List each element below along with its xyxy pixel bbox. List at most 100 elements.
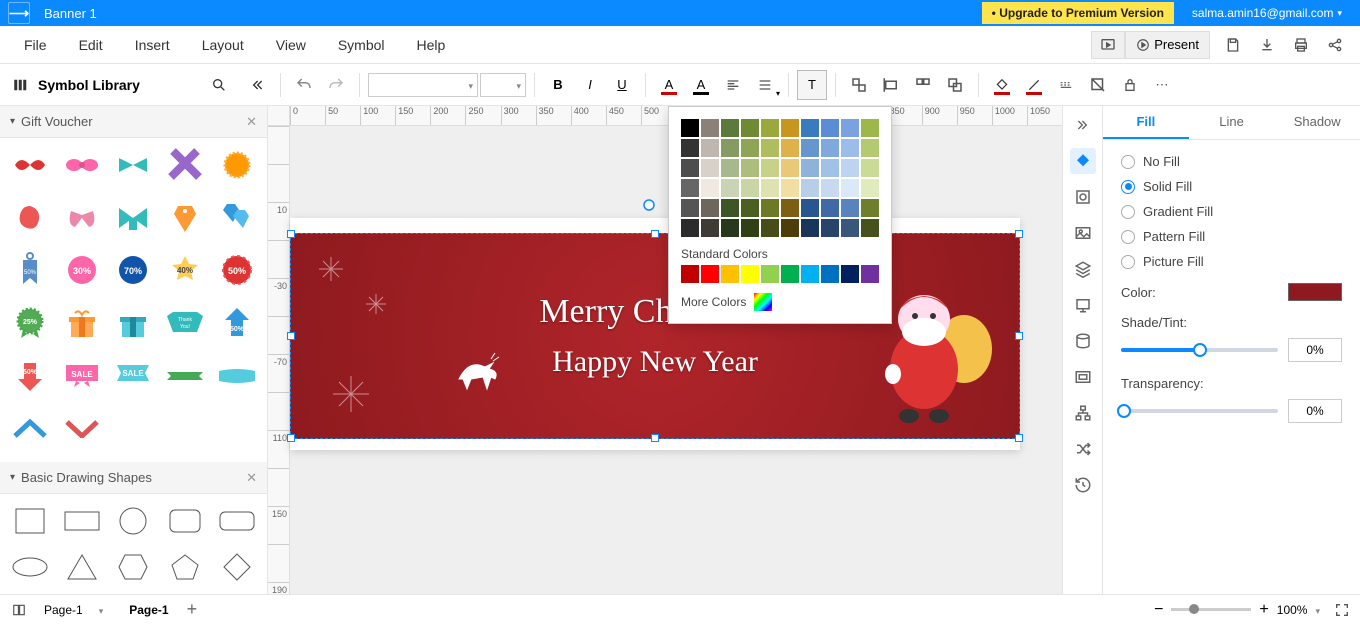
highlight-button[interactable]: A — [686, 70, 716, 100]
shape-corner-right[interactable] — [58, 407, 106, 449]
shape-seal-green[interactable]: 25% — [6, 302, 54, 344]
shape-diamond[interactable] — [213, 546, 261, 588]
shape-hexagon[interactable] — [110, 546, 158, 588]
shape-seal-orange[interactable] — [213, 144, 261, 186]
color-swatch[interactable] — [801, 199, 819, 217]
shape-arrow-down-50[interactable]: 50% — [6, 355, 54, 397]
color-swatch[interactable] — [821, 159, 839, 177]
pages-icon[interactable] — [10, 603, 28, 617]
fill-color-button[interactable] — [987, 70, 1017, 100]
color-swatch[interactable] — [681, 139, 699, 157]
color-swatch[interactable] — [841, 159, 859, 177]
shape-bow-pink[interactable] — [58, 144, 106, 186]
color-swatch[interactable] — [681, 159, 699, 177]
shape-ribbon-green[interactable] — [161, 355, 209, 397]
text-tool-button[interactable]: T — [797, 70, 827, 100]
color-swatch[interactable] — [721, 219, 739, 237]
underline-button[interactable]: U — [607, 70, 637, 100]
font-color-button[interactable]: A — [654, 70, 684, 100]
color-swatch[interactable] — [701, 199, 719, 217]
page-tab[interactable]: Page-1 — [119, 603, 178, 617]
color-swatch[interactable] — [701, 179, 719, 197]
download-button[interactable] — [1250, 31, 1284, 59]
close-icon[interactable]: ✕ — [246, 114, 257, 130]
frame-panel-icon[interactable] — [1070, 364, 1096, 390]
color-swatch[interactable] — [821, 139, 839, 157]
color-swatch[interactable] — [721, 199, 739, 217]
menu-view[interactable]: View — [260, 26, 322, 63]
color-swatch[interactable] — [761, 199, 779, 217]
color-swatch[interactable] — [681, 119, 699, 137]
shadow-toggle-button[interactable] — [1083, 70, 1113, 100]
slides-panel-icon[interactable] — [1070, 292, 1096, 318]
shape-arrow-50[interactable]: 50% — [213, 302, 261, 344]
shape-gift-orange[interactable] — [58, 302, 106, 344]
data-panel-icon[interactable] — [1070, 328, 1096, 354]
fill-color-swatch[interactable] — [1288, 283, 1342, 301]
color-swatch[interactable] — [721, 179, 739, 197]
share-button[interactable] — [1318, 31, 1352, 59]
align-vert-button[interactable]: ▾ — [750, 70, 780, 100]
menu-layout[interactable]: Layout — [186, 26, 260, 63]
color-swatch[interactable] — [761, 219, 779, 237]
zoom-slider[interactable] — [1171, 608, 1251, 611]
shape-banner-thankyou[interactable]: ThankYou! — [161, 302, 209, 344]
tab-shadow[interactable]: Shadow — [1274, 106, 1360, 139]
color-swatch[interactable] — [821, 119, 839, 137]
bold-button[interactable]: B — [543, 70, 573, 100]
shade-slider[interactable] — [1121, 348, 1278, 352]
color-swatch[interactable] — [781, 139, 799, 157]
color-swatch[interactable] — [701, 139, 719, 157]
banner-shape[interactable]: Merry Christmas Happy New Year — [290, 233, 1020, 439]
zoom-in-button[interactable]: + — [1259, 601, 1268, 619]
color-swatch[interactable] — [861, 179, 879, 197]
shape-tag-blue[interactable]: 50% — [6, 249, 54, 291]
color-swatch[interactable] — [801, 179, 819, 197]
transparency-slider[interactable] — [1121, 409, 1278, 413]
more-button[interactable]: ⋯ — [1147, 70, 1177, 100]
shape-roundrect[interactable] — [161, 500, 209, 542]
color-swatch[interactable] — [781, 265, 799, 283]
accordion-gift-voucher[interactable]: ▾ Gift Voucher ✕ — [0, 106, 267, 138]
color-swatch[interactable] — [701, 119, 719, 137]
shuffle-panel-icon[interactable] — [1070, 436, 1096, 462]
search-icon[interactable] — [204, 70, 234, 100]
shade-value[interactable]: 0% — [1288, 338, 1342, 362]
font-family-select[interactable] — [368, 73, 478, 97]
shape-bow-pink2[interactable] — [58, 197, 106, 239]
color-swatch[interactable] — [741, 179, 759, 197]
shape-ellipse[interactable] — [6, 546, 54, 588]
color-swatch[interactable] — [681, 219, 699, 237]
color-swatch[interactable] — [801, 159, 819, 177]
shape-badge-30[interactable]: 30% — [58, 249, 106, 291]
shape-gift-blue[interactable] — [110, 302, 158, 344]
color-swatch[interactable] — [721, 139, 739, 157]
menu-insert[interactable]: Insert — [119, 26, 186, 63]
color-swatch[interactable] — [761, 139, 779, 157]
menu-help[interactable]: Help — [401, 26, 462, 63]
shape-corner-left[interactable] — [6, 407, 54, 449]
color-swatch[interactable] — [841, 199, 859, 217]
group-button[interactable] — [844, 70, 874, 100]
shape-panel-icon[interactable] — [1070, 184, 1096, 210]
color-swatch[interactable] — [861, 265, 879, 283]
color-swatch[interactable] — [861, 159, 879, 177]
color-swatch[interactable] — [801, 119, 819, 137]
shape-blob-red[interactable] — [6, 197, 54, 239]
shape-tags-blue[interactable] — [213, 197, 261, 239]
color-swatch[interactable] — [721, 265, 739, 283]
color-swatch[interactable] — [761, 179, 779, 197]
color-swatch[interactable] — [701, 159, 719, 177]
color-swatch[interactable] — [801, 139, 819, 157]
color-swatch[interactable] — [761, 119, 779, 137]
shape-sale-tag-blue[interactable]: SALE — [110, 355, 158, 397]
rotate-handle[interactable] — [642, 198, 656, 212]
color-swatch[interactable] — [741, 159, 759, 177]
shape-roundrect2[interactable] — [213, 500, 261, 542]
arrange-button[interactable] — [940, 70, 970, 100]
shape-badge-70[interactable]: 70% — [110, 249, 158, 291]
tree-panel-icon[interactable] — [1070, 400, 1096, 426]
color-swatch[interactable] — [701, 219, 719, 237]
fill-panel-icon[interactable] — [1070, 148, 1096, 174]
font-size-select[interactable] — [480, 73, 526, 97]
